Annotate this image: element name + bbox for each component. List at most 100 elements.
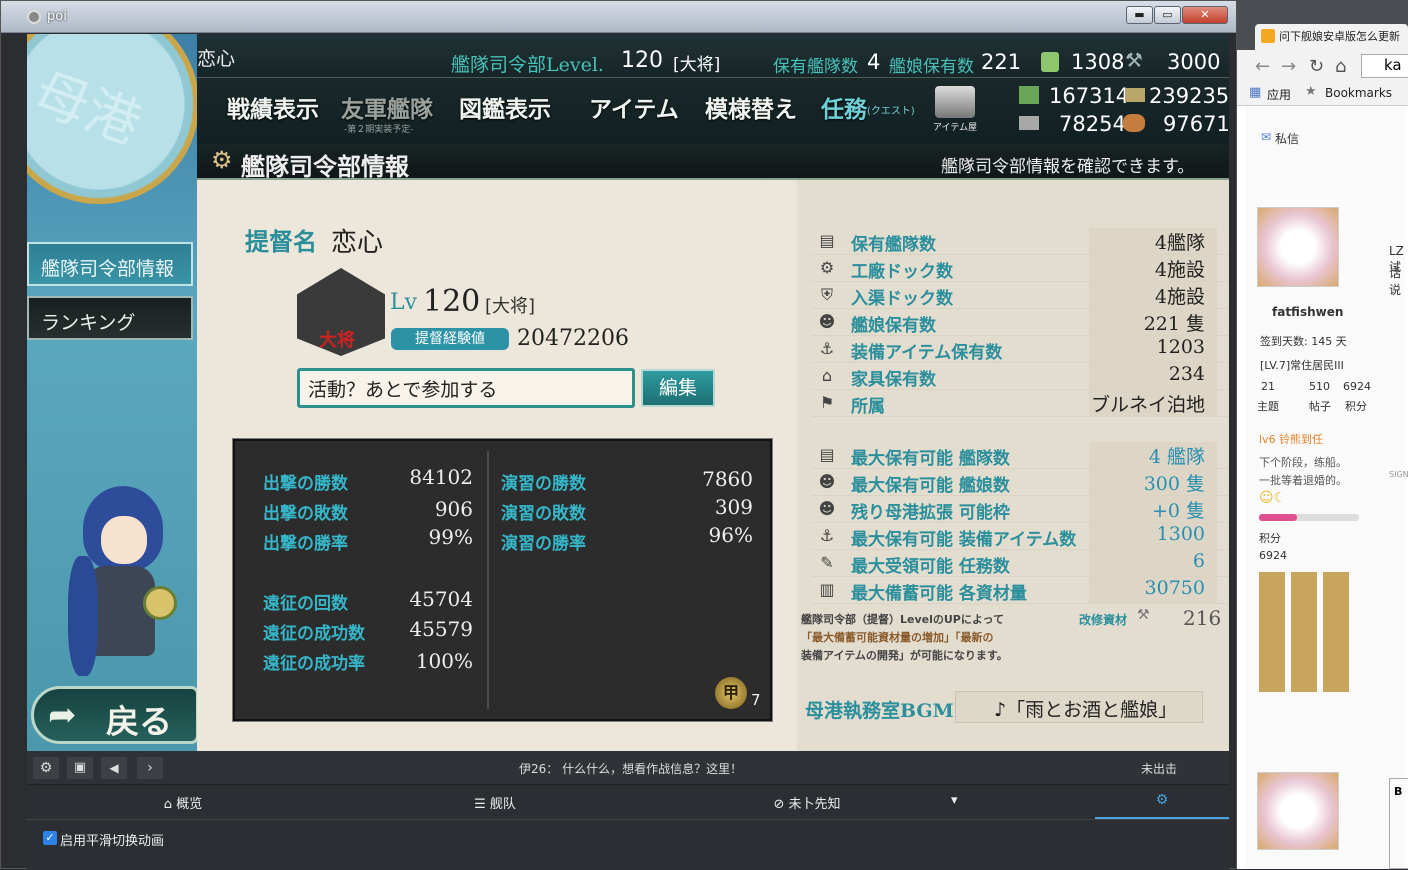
bgm-select[interactable]: ♪「雨とお酒と艦娘」 — [955, 691, 1203, 723]
right-row-value: 4施設 — [1154, 286, 1205, 308]
minimize-button[interactable]: ▬ — [1126, 6, 1153, 24]
gear-icon: ⚙ — [211, 146, 233, 174]
avatar[interactable] — [1257, 207, 1339, 287]
settings-icon[interactable]: ⚙ — [33, 757, 59, 779]
right2-row-value: +0 隻 — [1151, 500, 1205, 522]
right2-row-value: 4 艦隊 — [1148, 446, 1205, 468]
posts-label: 帖子 — [1309, 400, 1331, 413]
right-row: ⚙ 工廠ドック数 4施設 — [811, 255, 1229, 282]
hq-detail-list: ▤ 保有艦隊数 4艦隊 ⚙ 工廠ドック数 4施設 ⛨ 入渠ドック数 4施設 ☻ 艦娘保有数 221 隻… — [197, 180, 1229, 751]
game-canvas: 母港 艦隊司令部情報 ランキング ➦ 戻る 恋心 艦隊司令部Level. 120… — [27, 34, 1229, 751]
poi-window: poi ▬ ▭ ✕ 母港 艦隊司令部情報 ランキング ➦ 戻る 恋心 艦隊司令部… — [0, 0, 1237, 870]
nav-remodel-button[interactable]: 模様替え — [705, 90, 797, 124]
home-icon: ⌂ — [163, 797, 177, 812]
apps-label[interactable]: 应用 — [1267, 86, 1291, 103]
section-title: 艦隊司令部情報 — [241, 152, 409, 181]
hq-rank: [大将] — [673, 55, 721, 75]
gear-icon: ⚙ — [1155, 792, 1169, 808]
post-box: B — [1389, 778, 1408, 869]
back-button[interactable]: ➦ 戻る — [31, 686, 199, 744]
points-value-2: 6924 — [1259, 549, 1287, 562]
nav-album-button[interactable]: 図鑑表示 — [459, 90, 551, 124]
nav-friend-sub: -第２期実装予定- — [344, 125, 414, 135]
admiral-name: 恋心 — [197, 48, 236, 70]
right-row-label: 家具保有数 — [851, 370, 936, 390]
tab-fleet[interactable]: ☰ 舰队 — [339, 787, 651, 817]
right-row-label: 工廠ドック数 — [851, 262, 953, 282]
right2-row: ▤ 最大保有可能 艦隊数 4 艦隊 — [811, 442, 1229, 469]
right-row-icon: ⌂ — [821, 366, 833, 385]
right-sep — [811, 432, 1229, 440]
ships-value: 221 — [981, 50, 1022, 74]
nav-quest-button[interactable]: 任務 — [821, 90, 867, 124]
topics-label: 主题 — [1257, 400, 1279, 413]
volume-icon[interactable]: ◀ — [101, 757, 127, 779]
chevron-right-icon[interactable]: › — [137, 757, 163, 779]
section-title-bar: ⚙ 艦隊司令部情報 艦隊司令部情報を確認できます。 — [197, 144, 1229, 181]
tab-settings[interactable]: ⚙ — [1095, 787, 1229, 819]
right2-row-label: 最大保有可能 艦娘数 — [851, 476, 1010, 496]
fuel-value: 167314 — [1049, 84, 1130, 108]
right2-row-label: 最大備蓄可能 各資材量 — [851, 584, 1027, 604]
right-row-icon: ⚓ — [819, 339, 835, 358]
sidebar-item-ranking[interactable]: ランキング — [27, 296, 193, 340]
right-row-label: 装備アイテム保有数 — [851, 343, 1003, 363]
right-row-icon: ☻ — [818, 312, 836, 331]
medal-grid — [1259, 572, 1351, 692]
nav-quest-sub: (クエスト) — [867, 106, 915, 117]
emoji-icon: ☺☾ — [1259, 490, 1287, 506]
forward-icon[interactable]: → — [1281, 56, 1296, 77]
window-titlebar: poi ▬ ▭ ✕ — [1, 1, 1236, 33]
nav-record-button[interactable]: 戦績表示 — [227, 90, 319, 124]
wrench-icon: ⚒ — [1137, 607, 1150, 623]
back-icon[interactable]: ← — [1255, 56, 1270, 77]
caret-down-icon[interactable]: ▾ — [951, 793, 958, 808]
back-label: 戻る — [106, 702, 172, 741]
close-button[interactable]: ✕ — [1182, 6, 1228, 24]
devmat-icon: ⚒ — [1125, 48, 1143, 72]
kaishu-value: 216 — [1183, 606, 1222, 630]
hq-level-label: 艦隊司令部Level. — [451, 54, 604, 76]
note-line1: 艦隊司令部（提督）LevelのUPによって — [801, 613, 1004, 626]
devmat-value: 3000 — [1167, 50, 1221, 74]
points-label-2: 积分 — [1259, 532, 1281, 545]
right-row-label: 入渠ドック数 — [851, 289, 953, 309]
home-icon[interactable]: ⌂ — [1335, 56, 1346, 77]
right2-row-label: 最大保有可能 装備アイテム数 — [851, 530, 1077, 550]
maximize-button[interactable]: ▭ — [1154, 6, 1181, 24]
avatar-2[interactable] — [1257, 772, 1339, 850]
right-row-icon: ⛨ — [820, 285, 833, 304]
posts-count: 510 — [1309, 380, 1330, 393]
ammo-icon — [1125, 88, 1145, 102]
tab-prophet[interactable]: ⊘ 未卜先知 ▾ — [651, 787, 963, 817]
bookmarks-label[interactable]: Bookmarks — [1325, 86, 1392, 100]
reload-icon[interactable]: ↻ — [1309, 56, 1324, 77]
right-row-label: 所属 — [851, 397, 885, 417]
address-bar[interactable]: ka — [1361, 54, 1408, 78]
right2-row: ⚓ 最大保有可能 装備アイテム数 1300 — [811, 523, 1229, 550]
tab-overview[interactable]: ⌂ 概览 — [27, 787, 339, 817]
smooth-transition-label: 启用平滑切换动画 — [60, 834, 165, 849]
fuel-icon — [1019, 86, 1039, 104]
game-header: 恋心 艦隊司令部Level. 120 [大将] 保有艦隊数 4 艦娘保有数 22… — [197, 34, 1229, 146]
camera-icon[interactable]: ▣ — [67, 757, 93, 779]
pm-link[interactable]: 私信 — [1275, 130, 1299, 147]
right-row-value: 4艦隊 — [1154, 232, 1205, 254]
browser-tab[interactable]: 问下舰娘安卓版怎么更新 — [1255, 24, 1408, 50]
item-shop-icon[interactable] — [935, 86, 975, 118]
points-count: 6924 — [1343, 380, 1371, 393]
sortie-status: 未出击 — [1141, 762, 1178, 776]
steel-value: 78254 — [1059, 112, 1126, 136]
bauxite-icon — [1123, 114, 1145, 132]
smooth-transition-checkbox[interactable]: ✓ — [43, 831, 57, 845]
right2-row-icon: ✎ — [820, 553, 834, 572]
user-rank: [LV.7]常住居民III — [1260, 359, 1344, 372]
nav-item-button[interactable]: アイテム — [589, 90, 679, 124]
star-icon: ★ — [1305, 84, 1317, 99]
username[interactable]: fatfishwen — [1272, 305, 1343, 319]
sidebar-item-hq-info[interactable]: 艦隊司令部情報 — [27, 242, 193, 286]
apps-icon[interactable]: ▦ — [1249, 85, 1261, 100]
right2-row-label: 最大受領可能 任務数 — [851, 557, 1010, 577]
right2-row-icon: ☻ — [818, 472, 836, 491]
right-row-icon: ⚑ — [819, 393, 835, 412]
